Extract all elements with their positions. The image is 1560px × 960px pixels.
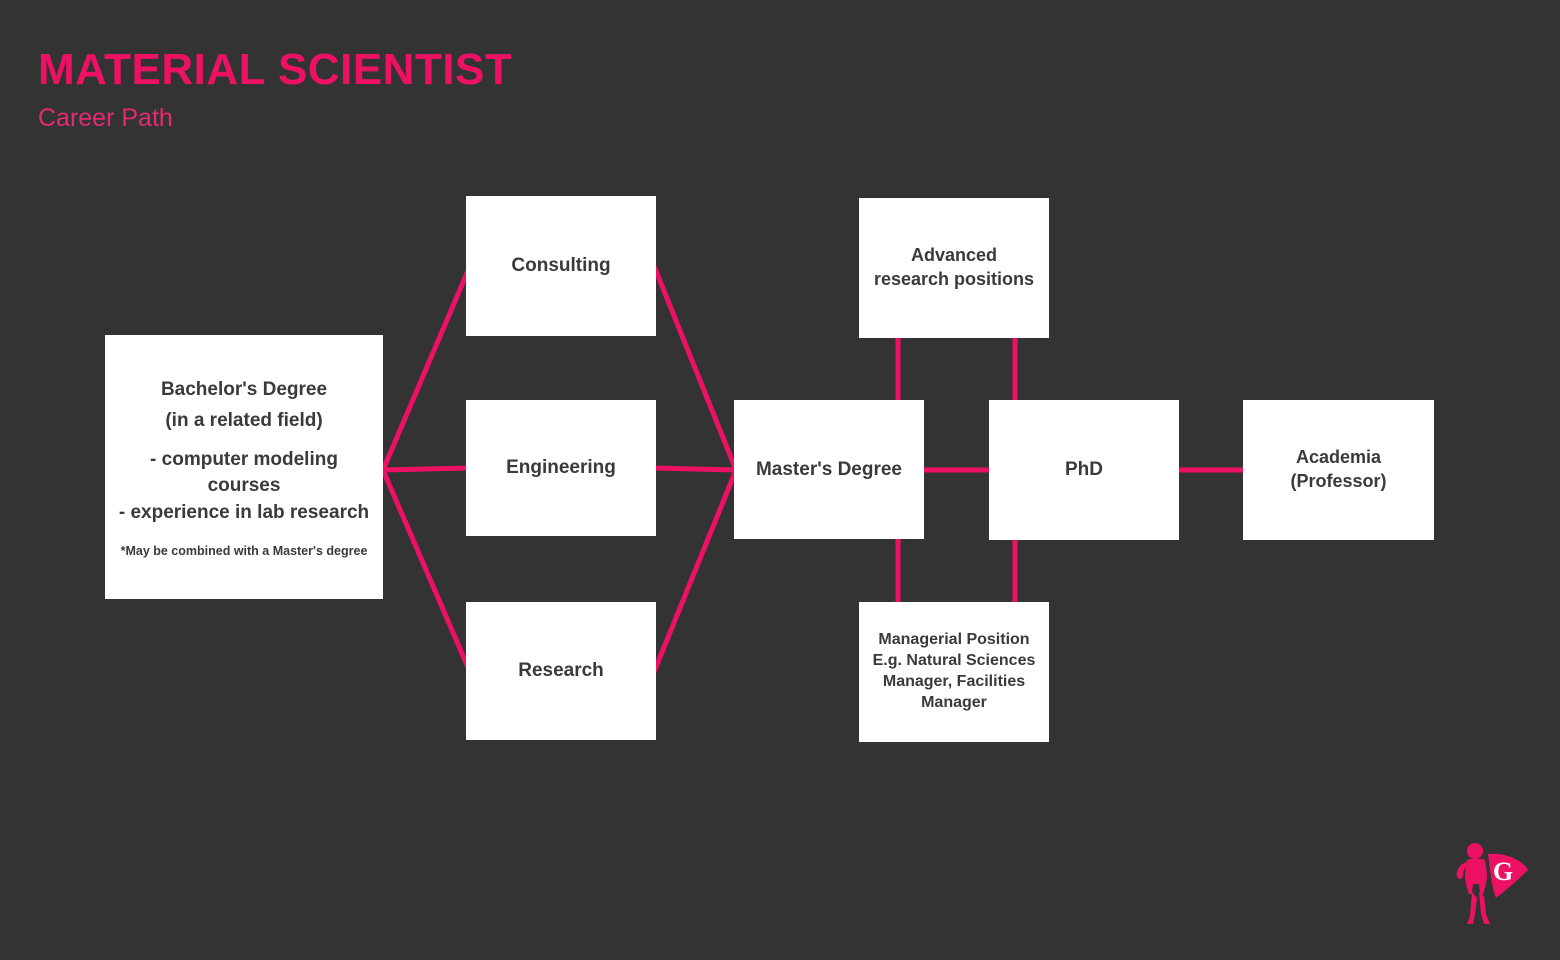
logo-letter: G (1493, 857, 1513, 886)
edge-engineering-masters (653, 465, 737, 473)
node-engineering-label: Engineering (506, 457, 616, 478)
node-managerial-line4: Manager (921, 693, 987, 711)
edge-bachelor-engineering (382, 465, 471, 473)
node-bachelor-degree[interactable]: Bachelor's Degree (in a related field) -… (105, 335, 383, 599)
node-bachelor-line1: Bachelor's Degree (160, 379, 328, 401)
node-academia-line2: (Professor) (1290, 471, 1387, 491)
node-research-label: Research (518, 660, 604, 681)
node-academia-line1: Academia (1295, 447, 1382, 468)
logo-head (1467, 843, 1483, 859)
superhero-logo: G (1456, 843, 1528, 924)
node-bachelor-bullet2: - experience in lab research (118, 502, 370, 524)
header: MATERIAL SCIENTIST Career Path (38, 48, 738, 131)
node-managerial-line3: Manager, Facilities (882, 673, 1026, 690)
edge-bachelor-research (380, 469, 473, 673)
edge-research-masters (651, 469, 739, 673)
node-masters-label: Master's Degree (755, 458, 903, 480)
node-consulting-label: Consulting (511, 255, 611, 276)
logo-torso (1465, 858, 1487, 894)
node-phd-label: PhD (1065, 459, 1103, 480)
node-managerial-line1: Managerial Position (878, 631, 1030, 649)
page-title: MATERIAL SCIENTIST (38, 45, 513, 94)
node-advanced-research-positions[interactable]: Advanced research positions (859, 198, 1049, 338)
edge-consulting-masters (651, 265, 739, 471)
node-bachelor-line2: (in a related field) (165, 409, 323, 431)
node-academia[interactable]: Academia (Professor) (1243, 400, 1434, 540)
node-advanced-line2: research positions (873, 269, 1035, 289)
node-research[interactable]: Research (466, 602, 656, 740)
node-bachelor-bullet1: - computer modeling (150, 448, 338, 470)
node-masters-degree[interactable]: Master's Degree (734, 400, 924, 539)
node-advanced-line1: Advanced (910, 245, 998, 266)
diagram-canvas: MATERIAL SCIENTIST Career Path Bachelor'… (0, 0, 1560, 960)
node-managerial-line2: E.g. Natural Sciences (872, 652, 1036, 670)
logo-leg-right (1479, 892, 1490, 924)
node-consulting[interactable]: Consulting (466, 196, 656, 336)
edge-bachelor-consulting (380, 265, 473, 471)
node-engineering[interactable]: Engineering (466, 400, 656, 536)
node-bachelor-bullet1b: courses (207, 474, 281, 496)
node-bachelor-footnote: *May be combined with a Master's degree (120, 543, 368, 558)
logo-leg-left (1467, 892, 1477, 924)
page-subtitle: Career Path (38, 104, 173, 132)
node-managerial-position[interactable]: Managerial Position E.g. Natural Science… (859, 602, 1049, 742)
node-phd[interactable]: PhD (989, 400, 1179, 540)
